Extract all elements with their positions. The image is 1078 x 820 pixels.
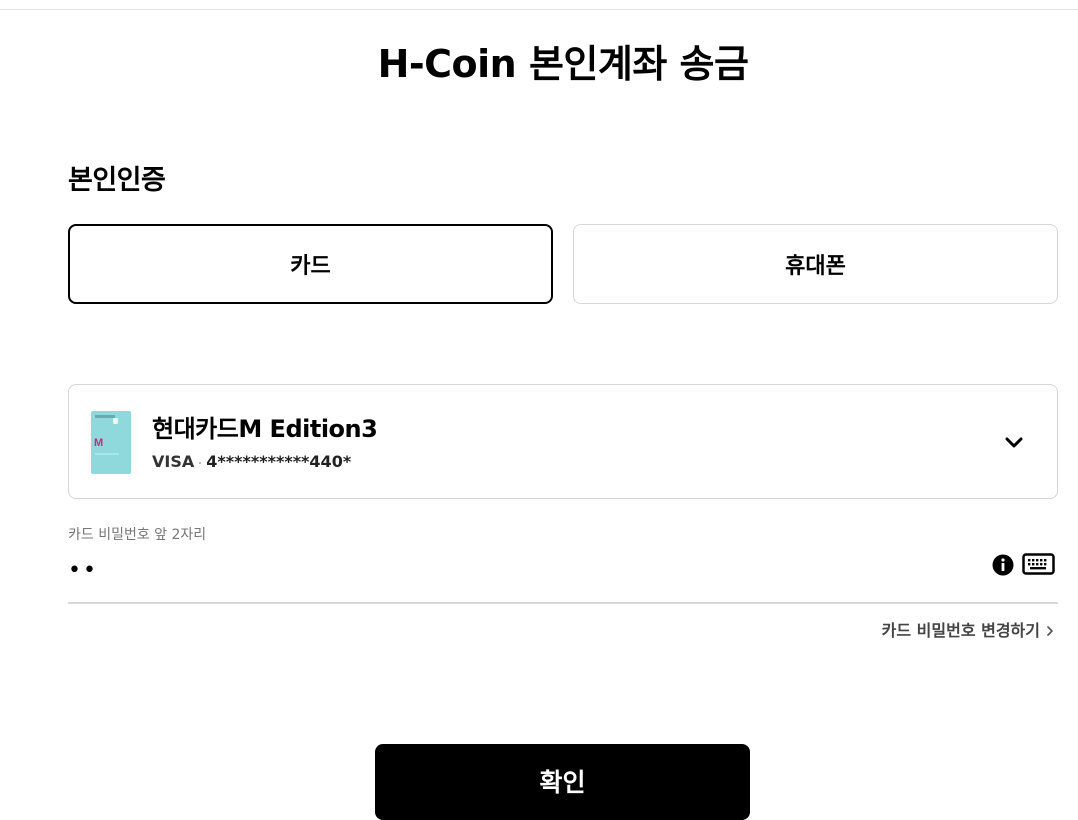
- tab-phone-label: 휴대폰: [785, 254, 846, 279]
- card-select-dropdown[interactable]: M 현대카드M Edition3 VISA 4***********440*: [68, 384, 1058, 499]
- tab-card-label: 카드: [290, 254, 331, 279]
- card-name: 현대카드M Edition3: [152, 415, 378, 443]
- card-image-mark: M: [94, 437, 104, 449]
- card-masked-number: 4***********440*: [206, 452, 352, 471]
- page-title: H-Coin 본인계좌 송금: [377, 42, 749, 86]
- card-password-input[interactable]: [68, 555, 968, 585]
- chevron-right-icon: [1047, 626, 1053, 636]
- tab-card[interactable]: 카드: [68, 224, 553, 304]
- change-password-link[interactable]: 카드 비밀번호 변경하기: [882, 620, 1054, 642]
- keyboard-icon[interactable]: [1022, 553, 1055, 575]
- card-brand: VISA: [152, 452, 195, 471]
- card-image-chip: [113, 418, 118, 424]
- password-label: 카드 비밀번호 앞 2자리: [68, 527, 207, 543]
- separator-dot: [199, 461, 202, 464]
- top-divider: [0, 9, 1078, 10]
- card-number-row: VISA 4***********440*: [152, 451, 351, 473]
- confirm-button[interactable]: 확인: [375, 744, 750, 820]
- section-title-auth: 본인인증: [68, 165, 166, 196]
- tab-phone[interactable]: 휴대폰: [573, 224, 1058, 304]
- card-image: M: [91, 411, 131, 474]
- change-password-link-label: 카드 비밀번호 변경하기: [881, 621, 1040, 640]
- card-image-stripe: [95, 415, 115, 418]
- password-underline: [68, 602, 1058, 604]
- info-icon[interactable]: [992, 554, 1014, 576]
- card-image-line: [95, 453, 119, 455]
- chevron-down-icon[interactable]: [1003, 431, 1025, 453]
